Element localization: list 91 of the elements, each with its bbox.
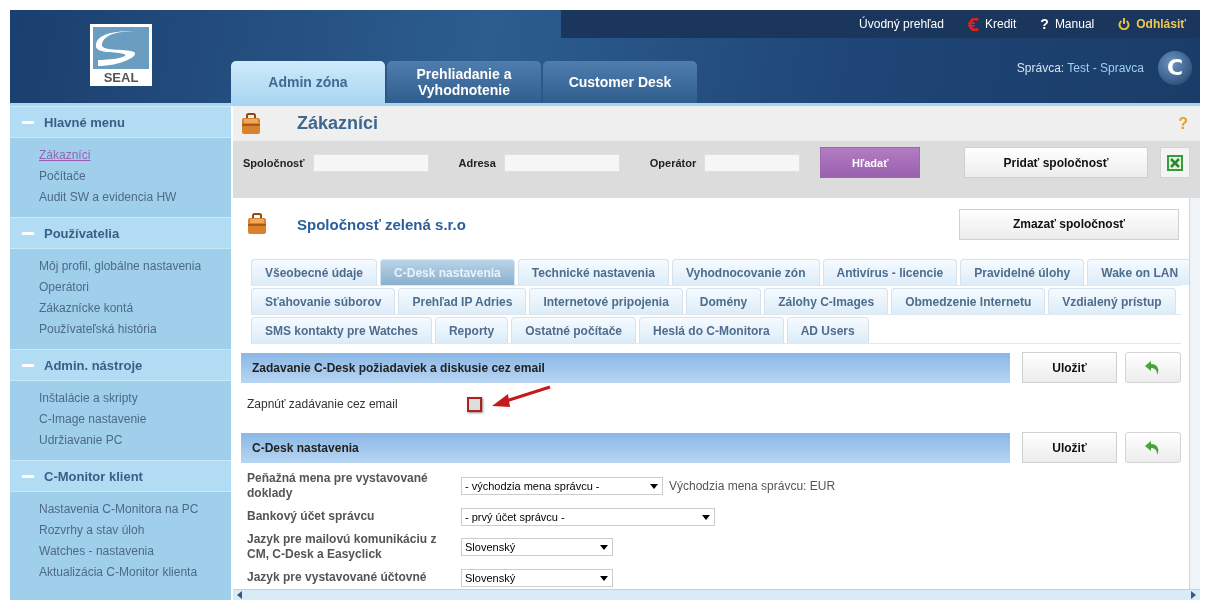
tab[interactable]: Heslá do C-Monitora [639, 317, 784, 343]
power-icon [1118, 18, 1131, 30]
checkbox[interactable] [467, 397, 482, 412]
sidebar-item[interactable]: Udržiavanie PC [39, 430, 123, 451]
tab[interactable]: Pravidelné úlohy [960, 259, 1085, 285]
sidebar-item[interactable]: Aktualizácia C-Monitor klienta [39, 562, 198, 583]
select-field[interactable]: Slovenský [461, 538, 613, 556]
undo-button[interactable] [1125, 432, 1181, 463]
dropdown-caret-icon [600, 545, 608, 550]
dropdown-caret-icon [702, 514, 710, 520]
sidebar-item[interactable]: Nastavenia C-Monitora na PC [39, 499, 199, 520]
section-title: Zadavanie C-Desk požiadaviek a diskusie cez email [252, 360, 545, 375]
undo-button[interactable] [1125, 352, 1181, 383]
filter-label: Adresa [458, 156, 496, 169]
filter-field[interactable] [503, 153, 620, 172]
field-label: Bankový účet správcu [247, 509, 376, 524]
sidebar-section-header[interactable]: Hlavné menu [10, 106, 231, 138]
field-label: Zapnúť zadávanie cez email [247, 397, 399, 412]
section-title: C-Monitor klient [44, 468, 143, 484]
tab[interactable]: Vzdialený prístup [1048, 288, 1176, 314]
filter-label: Spoločnosť [243, 156, 305, 169]
field-label: Jazyk pre vystavované účtovné [247, 570, 428, 585]
save-button[interactable]: Uložiť [1022, 432, 1117, 463]
tab[interactable]: Sťahovanie súborov [251, 288, 396, 314]
tab[interactable]: Vyhodnocovanie zón [671, 259, 820, 285]
save-button[interactable]: Uložiť [1022, 352, 1117, 383]
filter-label: Operátor [649, 156, 697, 169]
sidebar-item[interactable]: Audit SW a evidencia HW [39, 187, 177, 208]
excel-export-button[interactable] [1160, 147, 1190, 178]
top-link[interactable]: Úvodný prehľad [859, 17, 944, 31]
tab[interactable]: Technické nastavenia [517, 259, 669, 285]
sidebar-item[interactable]: Watches - nastavenia [39, 541, 154, 562]
add-company-button[interactable]: Pridať spoločnosť [964, 147, 1148, 178]
section-title: C-Desk nastavenia [252, 440, 359, 455]
filter-field[interactable] [704, 153, 801, 172]
company-name: Spoločnosť zelená s.r.o [297, 215, 466, 233]
brand-logo: C [1158, 50, 1192, 85]
sidebar-section-header[interactable]: C-Monitor klient [10, 460, 231, 492]
seal-logo: SEAL [89, 24, 152, 86]
tab[interactable]: SMS kontakty pre Watches [251, 317, 432, 343]
sidebar-item[interactable]: C-Image nastavenie [39, 409, 147, 430]
sidebar-item[interactable]: Zákazníci [39, 145, 91, 166]
horizontal-scrollbar[interactable] [233, 589, 1200, 600]
top-link[interactable]: Odhlásiť [1118, 17, 1186, 31]
sidebar-item[interactable]: Zákaznícke kontá [39, 298, 134, 319]
section-title: Používatelia [44, 225, 120, 241]
main-tab[interactable]: Customer Desk [543, 61, 697, 103]
select-field[interactable]: - východzia mena správcu - [461, 477, 663, 495]
briefcase-icon [241, 112, 261, 135]
sidebar-item[interactable]: Môj profil, globálne nastavenia [39, 256, 202, 277]
tab[interactable]: Prehľad IP Adries [398, 288, 527, 314]
tab[interactable]: AD Users [786, 317, 869, 343]
select-field[interactable]: - prvý účet správcu - [461, 507, 715, 526]
user-label: Správca: Test - Spravca [1016, 60, 1144, 75]
top-link[interactable]: ? Manual [1040, 16, 1095, 32]
field-note: Východzia mena správcu: EUR [669, 479, 836, 493]
main-tab[interactable]: Admin zóna [231, 61, 385, 103]
tab[interactable]: Reporty [434, 317, 509, 343]
sidebar-item[interactable]: Rozvrhy a stav úloh [39, 520, 145, 541]
dropdown-caret-icon [600, 575, 608, 581]
tab[interactable]: Zálohy C-Images [764, 288, 889, 314]
delete-company-button[interactable]: Zmazať spoločnosť [959, 208, 1179, 240]
tab[interactable]: Domény [685, 288, 762, 314]
filter-field[interactable] [312, 153, 429, 172]
vertical-scrollbar[interactable] [1189, 198, 1200, 589]
tab[interactable]: Všeobecné údaje [251, 259, 378, 285]
tab[interactable]: Antivírus - licencie [822, 259, 958, 285]
sidebar-section-header[interactable]: Používatelia [10, 217, 231, 249]
main-tab[interactable]: Prehliadanie a Vyhodnotenie [387, 61, 541, 103]
section-title: Admin. nástroje [44, 357, 143, 373]
tab[interactable]: Wake on LAN [1087, 259, 1189, 285]
euro-icon [967, 17, 979, 31]
sidebar-item[interactable]: Operátori [39, 277, 90, 298]
field-label: Jazyk pre mailovú komunikáciu z CM, C-Desk a Easyclick [247, 532, 438, 562]
section-title: Hlavné menu [44, 114, 125, 130]
search-button[interactable]: Hľadať [820, 147, 921, 178]
page-title: Zákazníci [297, 113, 379, 134]
briefcase-icon [247, 213, 267, 235]
tab[interactable]: Internetové pripojenia [529, 288, 683, 314]
dropdown-caret-icon [650, 484, 658, 489]
sidebar-item[interactable]: Používateľská história [39, 319, 157, 340]
sidebar-item[interactable]: Počítače [39, 166, 86, 187]
top-link[interactable]: Kredit [967, 17, 1017, 31]
spreadsheet-icon [1166, 153, 1184, 172]
help-icon: ? [1040, 16, 1049, 32]
sidebar-section-header[interactable]: Admin. nástroje [10, 349, 231, 381]
tab[interactable]: Obmedzenie Internetu [891, 288, 1046, 314]
tab[interactable]: Ostatné počítače [511, 317, 636, 343]
sidebar-item[interactable]: Inštalácie a skripty [39, 388, 138, 409]
select-field[interactable]: Slovenský [461, 568, 613, 587]
field-label: Peňažná mena pre vystavované doklady [247, 471, 429, 501]
